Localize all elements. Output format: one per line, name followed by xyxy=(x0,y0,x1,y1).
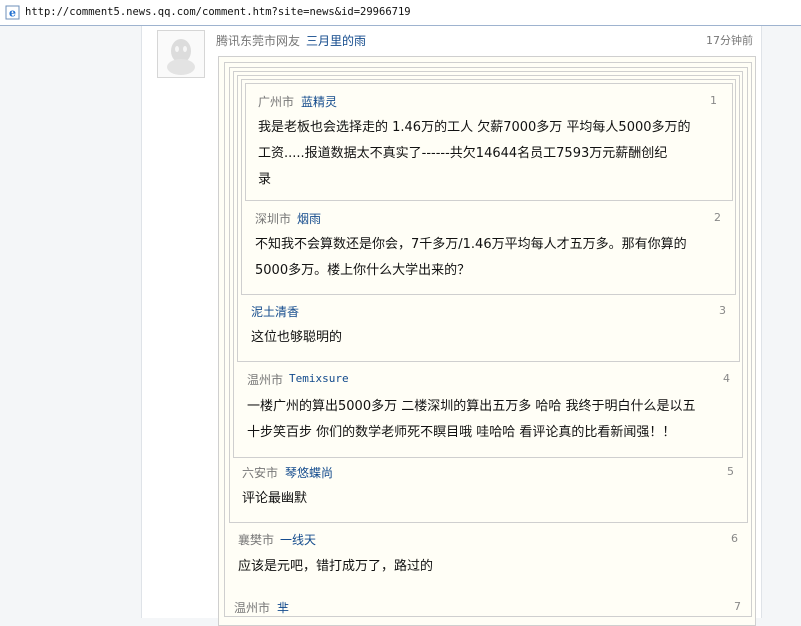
quote-4-body: 一楼广州的算出5000多万 二楼深圳的算出五万多 哈哈 我终于明白什么是以五 十… xyxy=(247,399,696,440)
svg-text:e: e xyxy=(9,7,16,20)
ie-page-icon: e xyxy=(5,5,20,20)
quote-5-user-link[interactable]: 琴悠蝶尚 xyxy=(285,464,333,481)
comment-time: 17分钟前 xyxy=(706,34,753,47)
url-text[interactable]: http://comment5.news.qq.com/comment.htm?… xyxy=(25,6,411,18)
quote-3-floor: 3 xyxy=(719,304,726,317)
qq-penguin-icon xyxy=(167,39,195,75)
comment-location: 腾讯东莞市网友 xyxy=(216,34,301,48)
quote-3-body: 这位也够聪明的 xyxy=(251,330,343,345)
quote-1-location: 广州市 xyxy=(258,95,295,109)
address-bar[interactable]: e http://comment5.news.qq.com/comment.ht… xyxy=(0,0,801,26)
quote-4-floor: 4 xyxy=(723,372,730,385)
quote-7-location: 温州市 xyxy=(234,601,271,615)
quote-2-body: 不知我不会算数还是你会，7千多万/1.46万平均每人才五万多。那有你算的 500… xyxy=(255,237,687,278)
quote-6-floor: 6 xyxy=(731,532,738,545)
quote-5-floor: 5 xyxy=(727,465,734,478)
quote-6-body: 应该是元吧，错打成万了，路过的 xyxy=(238,559,434,574)
quote-1-user-link[interactable]: 蓝精灵 xyxy=(301,93,337,110)
quote-6-user-link[interactable]: 一线天 xyxy=(280,531,316,548)
quote-7-user-link[interactable]: 芈 xyxy=(277,599,289,616)
comment-user-link[interactable]: 三月里的雨 xyxy=(306,32,366,49)
quote-2-location: 深圳市 xyxy=(255,212,292,226)
quote-5-location: 六安市 xyxy=(242,466,279,480)
quote-4-location: 温州市 xyxy=(247,373,284,387)
quote-2-user-link[interactable]: 烟雨 xyxy=(297,210,321,227)
quote-5-body: 评论最幽默 xyxy=(242,491,308,506)
quote-3-user-link[interactable]: 泥土清香 xyxy=(251,303,299,320)
quote-6-location: 襄樊市 xyxy=(238,533,275,547)
quote-1-body: 我是老板也会选择走的 1.46万的工人 欠薪7000多万 平均每人5000多万的… xyxy=(258,120,691,187)
avatar[interactable] xyxy=(157,30,205,78)
quote-7-floor: 7 xyxy=(734,600,741,613)
quote-2-floor: 2 xyxy=(714,211,721,224)
quote-4-user-link[interactable]: Temixsure xyxy=(289,372,349,385)
quote-1-floor: 1 xyxy=(710,94,717,107)
page-area: 腾讯东莞市网友 三月里的雨 17分钟前 广州市 蓝精灵 1 我是老板也会选择走的… xyxy=(0,26,801,626)
